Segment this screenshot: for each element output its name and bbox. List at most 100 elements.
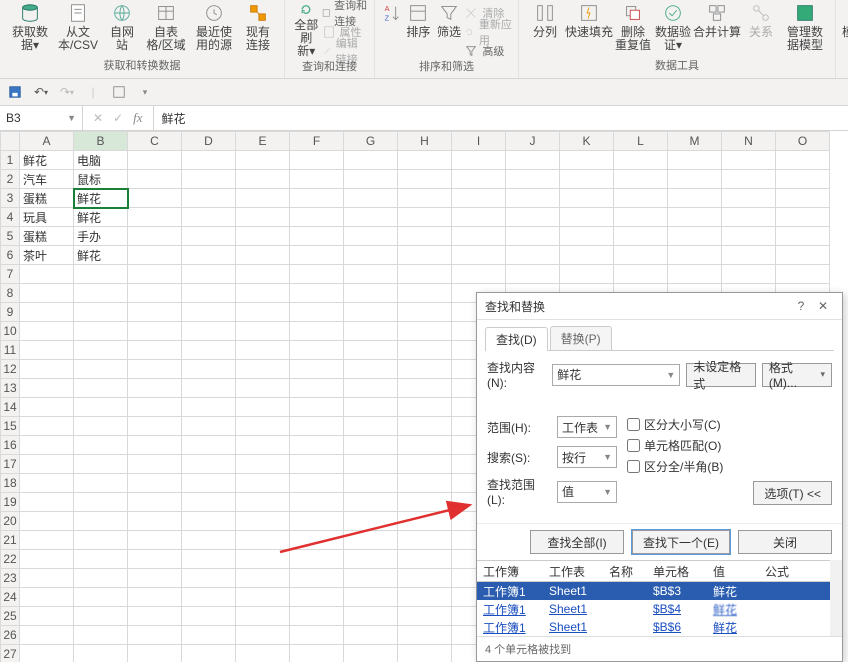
row-header-9[interactable]: 9 — [1, 303, 20, 322]
cell-A19[interactable] — [20, 493, 74, 512]
cell-B16[interactable] — [74, 436, 128, 455]
from-text-csv-button[interactable]: 从文本/CSV — [54, 2, 102, 58]
cell-F5[interactable] — [290, 227, 344, 246]
cell-A18[interactable] — [20, 474, 74, 493]
cell-H18[interactable] — [398, 474, 452, 493]
cell-D24[interactable] — [182, 588, 236, 607]
column-header-I[interactable]: I — [452, 132, 506, 151]
dialog-titlebar[interactable]: 查找和替换 ? ✕ — [477, 293, 842, 320]
cell-N2[interactable] — [722, 170, 776, 189]
cell-C20[interactable] — [128, 512, 182, 531]
row-header-17[interactable]: 17 — [1, 455, 20, 474]
cell-E2[interactable] — [236, 170, 290, 189]
refresh-all-button[interactable]: 全部刷新▾ — [291, 2, 322, 58]
cell-E25[interactable] — [236, 607, 290, 626]
cell-D19[interactable] — [182, 493, 236, 512]
cell-C23[interactable] — [128, 569, 182, 588]
undo-button[interactable]: ↶▾ — [32, 83, 50, 101]
cell-D23[interactable] — [182, 569, 236, 588]
cell-H24[interactable] — [398, 588, 452, 607]
cell-G19[interactable] — [344, 493, 398, 512]
cell-C22[interactable] — [128, 550, 182, 569]
cell-F26[interactable] — [290, 626, 344, 645]
cell-J1[interactable] — [506, 151, 560, 170]
row-header-4[interactable]: 4 — [1, 208, 20, 227]
save-button[interactable] — [6, 83, 24, 101]
flash-fill-button[interactable]: 快速填充 — [565, 2, 613, 58]
cell-A22[interactable] — [20, 550, 74, 569]
cell-E26[interactable] — [236, 626, 290, 645]
cell-A24[interactable] — [20, 588, 74, 607]
cell-L5[interactable] — [614, 227, 668, 246]
cell-L3[interactable] — [614, 189, 668, 208]
cell-G11[interactable] — [344, 341, 398, 360]
col-name[interactable]: 名称 — [603, 563, 647, 580]
column-header-M[interactable]: M — [668, 132, 722, 151]
row-header-16[interactable]: 16 — [1, 436, 20, 455]
cell-B11[interactable] — [74, 341, 128, 360]
cell-E3[interactable] — [236, 189, 290, 208]
what-if-button[interactable]: ?模拟分析▾ — [842, 2, 848, 58]
cell-L2[interactable] — [614, 170, 668, 189]
cell-B18[interactable] — [74, 474, 128, 493]
column-header-G[interactable]: G — [344, 132, 398, 151]
cell-J6[interactable] — [506, 246, 560, 265]
cell-F17[interactable] — [290, 455, 344, 474]
column-header-A[interactable]: A — [20, 132, 74, 151]
cell-G16[interactable] — [344, 436, 398, 455]
cell-G7[interactable] — [344, 265, 398, 284]
cell-A14[interactable] — [20, 398, 74, 417]
cell-F3[interactable] — [290, 189, 344, 208]
results-list[interactable]: 工作簿1Sheet1$B$3鲜花工作簿1Sheet1$B$4鲜花工作簿1Shee… — [477, 582, 842, 636]
cell-K6[interactable] — [560, 246, 614, 265]
relationships-button[interactable]: 关系 — [741, 2, 781, 58]
cell-B25[interactable] — [74, 607, 128, 626]
cell-H19[interactable] — [398, 493, 452, 512]
cell-F23[interactable] — [290, 569, 344, 588]
cell-E20[interactable] — [236, 512, 290, 531]
cell-B17[interactable] — [74, 455, 128, 474]
cell-H1[interactable] — [398, 151, 452, 170]
cell-H2[interactable] — [398, 170, 452, 189]
cell-F6[interactable] — [290, 246, 344, 265]
cell-N7[interactable] — [722, 265, 776, 284]
cell-F10[interactable] — [290, 322, 344, 341]
cell-G1[interactable] — [344, 151, 398, 170]
cell-F19[interactable] — [290, 493, 344, 512]
cell-F2[interactable] — [290, 170, 344, 189]
cell-D6[interactable] — [182, 246, 236, 265]
cell-G2[interactable] — [344, 170, 398, 189]
cell-G10[interactable] — [344, 322, 398, 341]
cell-H16[interactable] — [398, 436, 452, 455]
queries-connections-item[interactable]: 查询和连接 — [322, 4, 368, 21]
cell-E17[interactable] — [236, 455, 290, 474]
recent-sources-button[interactable]: 最近使用的源 — [190, 2, 238, 58]
cell-O5[interactable] — [776, 227, 830, 246]
cell-F20[interactable] — [290, 512, 344, 531]
cell-N3[interactable] — [722, 189, 776, 208]
cell-D9[interactable] — [182, 303, 236, 322]
cell-F24[interactable] — [290, 588, 344, 607]
cell-M1[interactable] — [668, 151, 722, 170]
column-header-F[interactable]: F — [290, 132, 344, 151]
cell-B15[interactable] — [74, 417, 128, 436]
cell-B2[interactable]: 鼠标 — [74, 170, 128, 189]
match-entire-cell-checkbox[interactable]: 单元格匹配(O) — [627, 437, 832, 454]
cell-B10[interactable] — [74, 322, 128, 341]
cell-G12[interactable] — [344, 360, 398, 379]
cell-C21[interactable] — [128, 531, 182, 550]
cell-E22[interactable] — [236, 550, 290, 569]
get-data-button[interactable]: 获取数据▾ — [6, 2, 54, 58]
cell-A7[interactable] — [20, 265, 74, 284]
row-header-6[interactable]: 6 — [1, 246, 20, 265]
cell-H25[interactable] — [398, 607, 452, 626]
help-button[interactable]: ? — [790, 299, 812, 313]
cell-B1[interactable]: 电脑 — [74, 151, 128, 170]
cell-A25[interactable] — [20, 607, 74, 626]
row-header-15[interactable]: 15 — [1, 417, 20, 436]
cell-E15[interactable] — [236, 417, 290, 436]
cell-F7[interactable] — [290, 265, 344, 284]
formula-input[interactable]: 鲜花 — [154, 106, 848, 130]
cell-D15[interactable] — [182, 417, 236, 436]
cell-G25[interactable] — [344, 607, 398, 626]
